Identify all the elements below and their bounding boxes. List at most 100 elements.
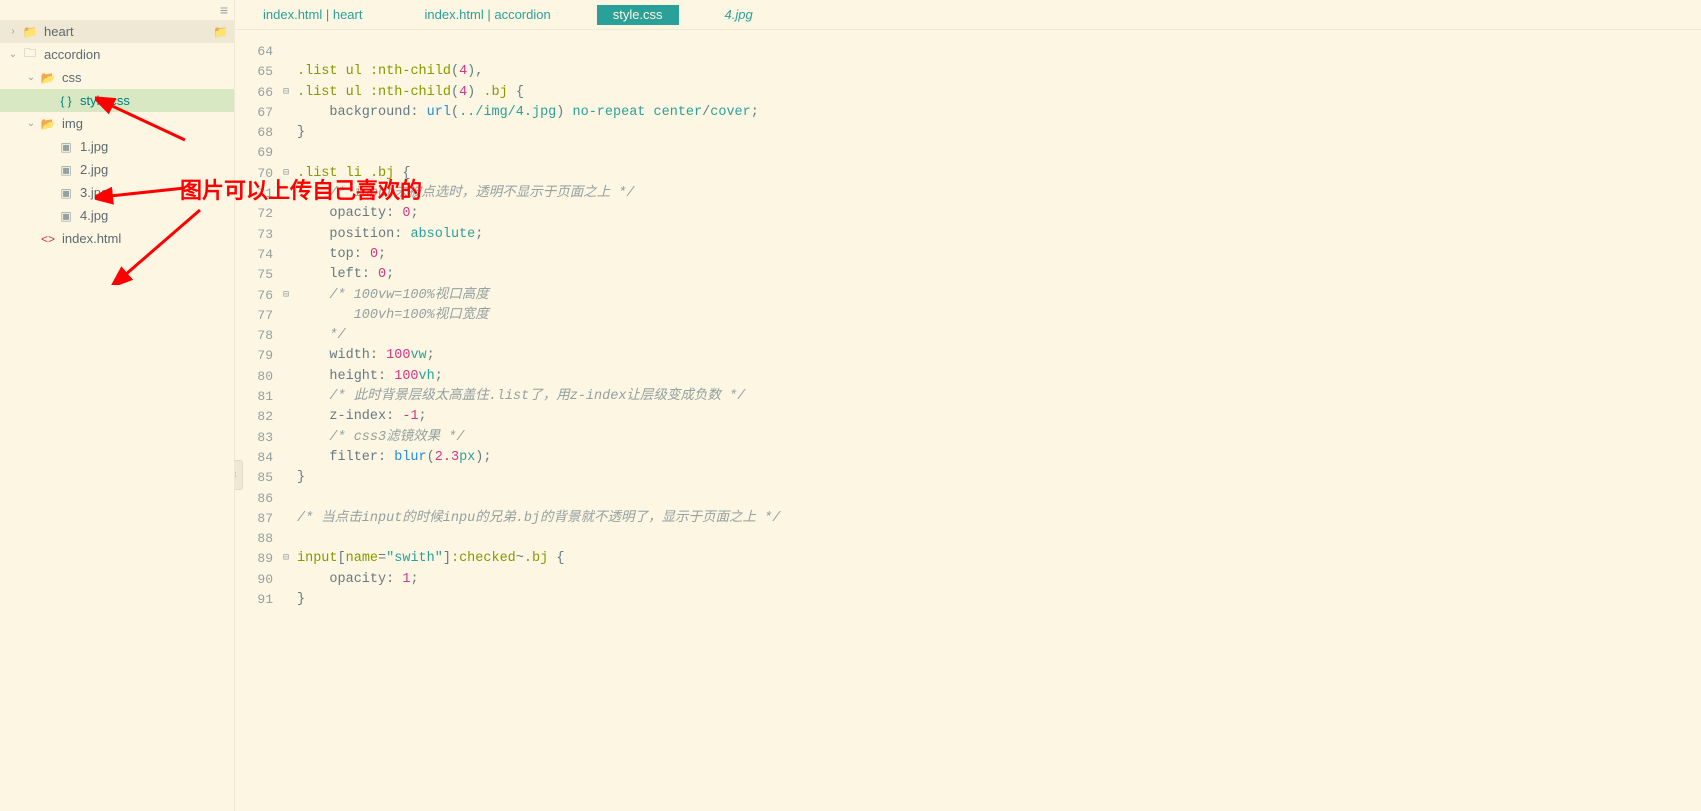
code-line[interactable]: .list li .bj { [297, 164, 1701, 184]
fold-marker [279, 367, 293, 387]
code-line[interactable] [297, 529, 1701, 549]
line-number: 64 [235, 42, 279, 62]
tab-4-jpg[interactable]: 4.jpg [709, 5, 769, 25]
code-content[interactable]: .list ul :nth-child(4),.list ul :nth-chi… [293, 30, 1701, 811]
fold-marker[interactable]: ⊟ [279, 164, 293, 184]
fold-marker [279, 62, 293, 82]
fold-marker [279, 590, 293, 610]
line-number: 79 [235, 346, 279, 366]
sidebar: ≡ ›📁heart📁⌄🗀accordion⌄📂css{ }style.css⌄📂… [0, 0, 235, 811]
code-line[interactable]: width: 100vw; [297, 346, 1701, 366]
fold-marker[interactable]: ⊟ [279, 83, 293, 103]
tree-item-accordion[interactable]: ⌄🗀accordion [0, 43, 234, 66]
fold-marker [279, 265, 293, 285]
code-line[interactable] [297, 143, 1701, 163]
code-line[interactable]: .list ul :nth-child(4) .bj { [297, 83, 1701, 103]
code-line[interactable]: } [297, 590, 1701, 610]
line-number: 87 [235, 509, 279, 529]
code-line[interactable]: 100vh=100%视口宽度 [297, 306, 1701, 326]
line-number: 71 [235, 184, 279, 204]
line-number: 81 [235, 387, 279, 407]
menu-icon[interactable]: ≡ [220, 2, 228, 18]
line-number: 67 [235, 103, 279, 123]
code-line[interactable]: top: 0; [297, 245, 1701, 265]
line-number: 72 [235, 204, 279, 224]
tab-index-html-accordion[interactable]: index.html | accordion [408, 5, 566, 25]
line-number: 68 [235, 123, 279, 143]
fold-marker [279, 509, 293, 529]
tab-index-html-heart[interactable]: index.html | heart [247, 5, 378, 25]
tree-item-img[interactable]: ⌄📂img [0, 112, 234, 135]
line-number: 90 [235, 570, 279, 590]
code-line[interactable]: /* 100vw=100%视口高度 [297, 286, 1701, 306]
code-line[interactable]: position: absolute; [297, 225, 1701, 245]
fold-marker[interactable]: ⊟ [279, 549, 293, 569]
line-number: 70 [235, 164, 279, 184]
tree-item-index-html[interactable]: <>index.html [0, 227, 234, 250]
code-line[interactable]: left: 0; [297, 265, 1701, 285]
fold-marker [279, 529, 293, 549]
line-number: 86 [235, 489, 279, 509]
fold-marker [279, 407, 293, 427]
tree-item-3-jpg[interactable]: ▣ 3.jpg [0, 181, 234, 204]
line-number: 78 [235, 326, 279, 346]
code-line[interactable]: } [297, 123, 1701, 143]
fold-marker [279, 143, 293, 163]
fold-marker [279, 570, 293, 590]
code-line[interactable] [297, 489, 1701, 509]
file-icon: ▣ [58, 209, 74, 223]
tree-item-1-jpg[interactable]: ▣1.jpg [0, 135, 234, 158]
file-icon: <> [40, 232, 56, 246]
code-line[interactable]: /* input未被点选时，透明不显示于页面之上 */ [297, 184, 1701, 204]
tab-bar: index.html | heart index.html | accordion… [235, 0, 1701, 30]
line-number: 75 [235, 265, 279, 285]
tree-item-css[interactable]: ⌄📂css [0, 66, 234, 89]
fold-marker [279, 245, 293, 265]
tree-item-4-jpg[interactable]: ▣ 4.jpg [0, 204, 234, 227]
line-number: 91 [235, 590, 279, 610]
file-label: 4.jpg [80, 208, 234, 223]
fold-marker [279, 489, 293, 509]
code-line[interactable]: input[name="swith"]:checked~.bj { [297, 549, 1701, 569]
code-line[interactable]: background: url(../img/4.jpg) no-repeat … [297, 103, 1701, 123]
twist-icon[interactable]: › [6, 26, 20, 37]
twist-icon[interactable]: ⌄ [24, 118, 38, 129]
line-number: 65 [235, 62, 279, 82]
line-number: 83 [235, 428, 279, 448]
sidebar-header: ≡ [0, 0, 234, 20]
sidebar-collapse-handle[interactable]: ‹ [235, 460, 243, 490]
code-line[interactable]: */ [297, 326, 1701, 346]
code-line[interactable] [297, 42, 1701, 62]
code-line[interactable]: /* css3滤镜效果 */ [297, 428, 1701, 448]
code-line[interactable]: /* 此时背景层级太高盖住.list了，用z-index让层级变成负数 */ [297, 387, 1701, 407]
file-icon: { } [58, 94, 74, 108]
code-line[interactable]: opacity: 0; [297, 204, 1701, 224]
fold-marker [279, 306, 293, 326]
file-icon: 📂 [40, 71, 56, 85]
line-number: 77 [235, 306, 279, 326]
file-label: 3.jpg [80, 185, 234, 200]
code-area[interactable]: ‹ 64656667686970717273747576777879808182… [235, 30, 1701, 811]
fold-marker [279, 346, 293, 366]
tab-style-css[interactable]: style.css [597, 5, 679, 25]
fold-marker [279, 123, 293, 143]
code-line[interactable]: z-index: -1; [297, 407, 1701, 427]
code-line[interactable]: filter: blur(2.3px); [297, 448, 1701, 468]
editor-area: index.html | heart index.html | accordion… [235, 0, 1701, 811]
twist-icon[interactable]: ⌄ [24, 72, 38, 83]
code-line[interactable]: height: 100vh; [297, 367, 1701, 387]
file-icon: 📂 [40, 117, 56, 131]
code-line[interactable]: .list ul :nth-child(4), [297, 62, 1701, 82]
tree-item-style-css[interactable]: { }style.css [0, 89, 234, 112]
fold-marker [279, 326, 293, 346]
twist-icon[interactable]: ⌄ [6, 49, 20, 60]
code-line[interactable]: } [297, 468, 1701, 488]
tree-item-heart[interactable]: ›📁heart📁 [0, 20, 234, 43]
file-label: heart [44, 24, 234, 39]
fold-marker[interactable]: ⊟ [279, 286, 293, 306]
tree-item-2-jpg[interactable]: ▣2.jpg [0, 158, 234, 181]
line-number: 80 [235, 367, 279, 387]
code-line[interactable]: opacity: 1; [297, 570, 1701, 590]
file-icon: ▣ [58, 186, 74, 200]
code-line[interactable]: /* 当点击input的时候inpu的兄弟.bj的背景就不透明了，显示于页面之上… [297, 509, 1701, 529]
